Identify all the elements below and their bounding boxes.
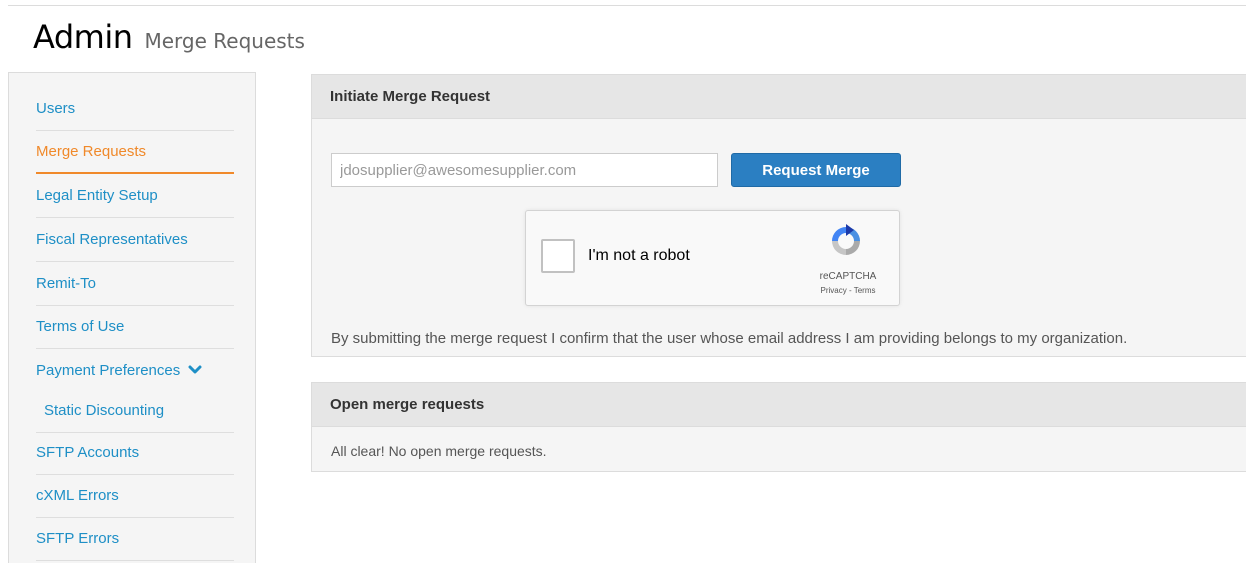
recaptcha-logo-icon [832,224,860,255]
panel-title: Open merge requests [312,383,1246,427]
sidebar-item-label: Static Discounting [44,402,165,419]
page-title: Admin [33,18,133,56]
sidebar-item-label: SFTP Accounts [36,444,140,461]
recaptcha-privacy-link[interactable]: Privacy [821,286,847,295]
confirmation-text: By submitting the merge request I confir… [331,330,1128,347]
panel-title: Initiate Merge Request [312,75,1246,119]
sidebar-item-legal-entity-setup[interactable]: Legal Entity Setup [36,174,234,218]
chevron-down-icon[interactable] [188,365,202,375]
sidebar-item-payment-preferences[interactable]: Payment Preferences [36,348,234,392]
recaptcha-terms-link[interactable]: Terms [854,286,876,295]
sidebar-item-label: Users [36,100,76,117]
email-input[interactable] [331,153,718,187]
sidebar-item-label: SFTP Errors [36,530,120,547]
recaptcha-brand: reCAPTCHA [819,271,877,282]
sidebar-item-fiscal-representatives[interactable]: Fiscal Representatives [36,218,234,262]
sidebar-item-label: Terms of Use [36,318,125,335]
top-divider [8,5,1246,6]
sidebar-item-merge-requests[interactable]: Merge Requests [36,130,234,174]
page-subtitle: Merge Requests [144,29,305,53]
initiate-merge-panel: Initiate Merge Request Request Merge I'm… [311,74,1246,357]
recaptcha-widget: I'm not a robot reCAPTCHA Privacy - Term… [525,210,900,306]
open-merge-requests-panel: Open merge requests All clear! No open m… [311,382,1246,472]
sidebar-item-label: Merge Requests [36,142,147,160]
sidebar-item-label: Payment Preferences [36,361,181,379]
sidebar-item-static-discounting[interactable]: Static Discounting [36,389,234,433]
sidebar-item-users[interactable]: Users [36,87,234,131]
sidebar-item-sftp-errors[interactable]: SFTP Errors [36,517,234,561]
sidebar-item-label: Legal Entity Setup [36,187,158,204]
request-merge-button[interactable]: Request Merge [731,153,901,187]
page-header: Admin Merge Requests [33,18,305,56]
empty-state-text: All clear! No open merge requests. [331,443,547,459]
sidebar-item-terms-of-use[interactable]: Terms of Use [36,305,234,349]
sidebar-item-label: Fiscal Representatives [36,231,188,248]
sidebar-item-label: cXML Errors [36,487,119,504]
sidebar-item-cxml-errors[interactable]: cXML Errors [36,474,234,518]
sidebar-item-sftp-accounts[interactable]: SFTP Accounts [36,431,234,475]
recaptcha-checkbox[interactable] [541,239,575,273]
recaptcha-link-separator: - [846,286,854,295]
recaptcha-links: Privacy - Terms [809,286,887,295]
sidebar-item-remit-to[interactable]: Remit-To [36,262,234,306]
recaptcha-label: I'm not a robot [588,247,690,264]
sidebar-item-label: Remit-To [36,275,97,292]
sidebar: Users Merge Requests Legal Entity Setup … [8,72,256,563]
